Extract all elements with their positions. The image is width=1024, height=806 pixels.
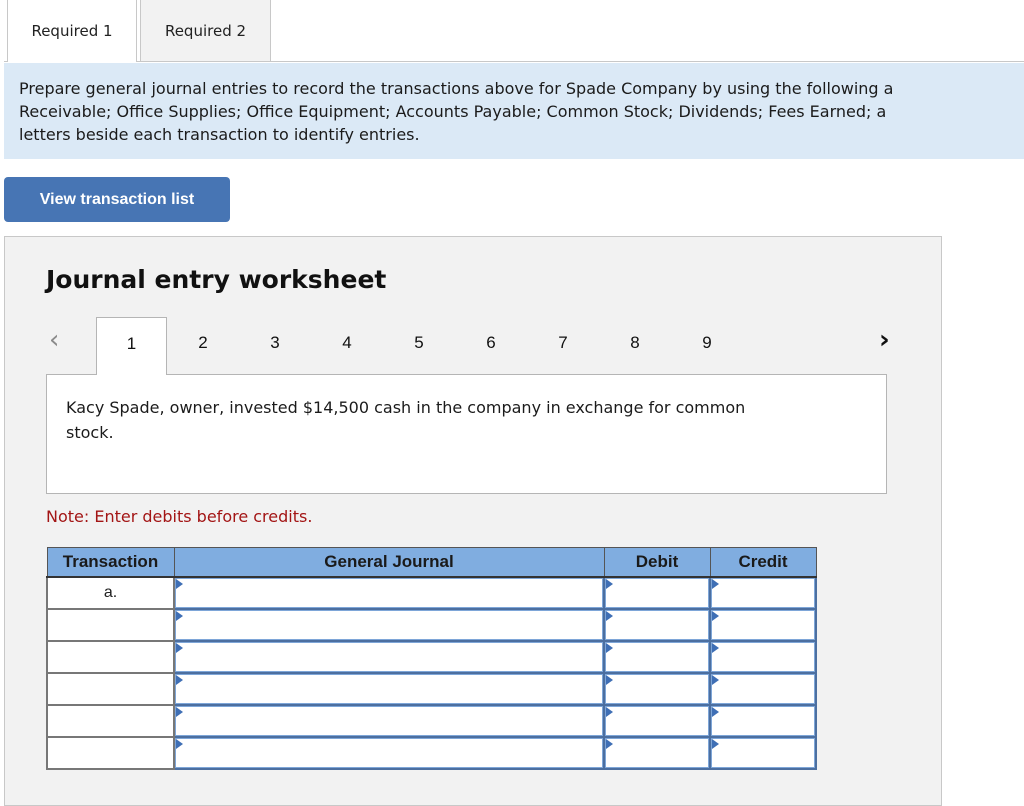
step-tab-2[interactable]: 2 bbox=[167, 317, 239, 375]
account-dropdown[interactable] bbox=[175, 737, 603, 768]
credit-input-cell bbox=[709, 639, 817, 674]
credit-input[interactable] bbox=[711, 673, 815, 704]
account-dropdown[interactable] bbox=[175, 641, 603, 672]
account-dropdown-cell bbox=[173, 703, 605, 738]
transaction-cell bbox=[46, 735, 175, 770]
input-marker-icon bbox=[176, 738, 183, 749]
tab-required-1[interactable]: Required 1 bbox=[7, 0, 137, 62]
account-dropdown[interactable] bbox=[175, 577, 603, 608]
credit-input[interactable] bbox=[711, 705, 815, 736]
transaction-description: Kacy Spade, owner, invested $14,500 cash… bbox=[66, 398, 746, 442]
credit-input-cell bbox=[709, 735, 817, 770]
debit-input-cell bbox=[603, 639, 711, 674]
input-marker-icon bbox=[176, 706, 183, 717]
credit-input[interactable] bbox=[711, 737, 815, 768]
step-tab-3[interactable]: 3 bbox=[239, 317, 311, 375]
debit-input[interactable] bbox=[605, 641, 709, 672]
account-dropdown-cell bbox=[173, 607, 605, 642]
input-marker-icon bbox=[606, 578, 613, 589]
journal-row bbox=[46, 607, 817, 642]
transaction-cell bbox=[46, 639, 175, 674]
credit-input[interactable] bbox=[711, 577, 815, 608]
debit-input-cell bbox=[603, 735, 711, 770]
account-dropdown-cell bbox=[173, 575, 605, 610]
debit-input[interactable] bbox=[605, 673, 709, 704]
account-dropdown[interactable] bbox=[175, 705, 603, 736]
step-tabs: 1 2 3 4 5 6 7 8 9 bbox=[96, 317, 743, 375]
input-marker-icon bbox=[712, 610, 719, 621]
tab-required-2[interactable]: Required 2 bbox=[140, 0, 271, 62]
account-dropdown-cell bbox=[173, 671, 605, 706]
credit-input-cell bbox=[709, 703, 817, 738]
input-marker-icon bbox=[176, 610, 183, 621]
instructions-line: Prepare general journal entries to recor… bbox=[19, 79, 894, 98]
instructions-line: Receivable; Office Supplies; Office Equi… bbox=[19, 102, 887, 121]
input-marker-icon bbox=[606, 706, 613, 717]
debit-input-cell bbox=[603, 607, 711, 642]
input-marker-icon bbox=[606, 738, 613, 749]
journal-table: Transaction General Journal Debit Credit… bbox=[46, 547, 817, 770]
step-tab-5[interactable]: 5 bbox=[383, 317, 455, 375]
step-tab-7[interactable]: 7 bbox=[527, 317, 599, 375]
input-marker-icon bbox=[712, 706, 719, 717]
transaction-cell: a. bbox=[46, 575, 175, 610]
debit-input-cell bbox=[603, 703, 711, 738]
credit-input-cell bbox=[709, 607, 817, 642]
account-dropdown[interactable] bbox=[175, 673, 603, 704]
step-tab-9[interactable]: 9 bbox=[671, 317, 743, 375]
transaction-cell bbox=[46, 671, 175, 706]
header-general-journal: General Journal bbox=[173, 547, 605, 578]
transaction-description-box: Kacy Spade, owner, invested $14,500 cash… bbox=[46, 374, 887, 494]
header-credit: Credit bbox=[709, 547, 817, 578]
debit-input-cell bbox=[603, 671, 711, 706]
instructions-panel: Prepare general journal entries to recor… bbox=[4, 63, 1024, 159]
journal-header-row: Transaction General Journal Debit Credit bbox=[46, 547, 817, 578]
credit-input-cell bbox=[709, 671, 817, 706]
input-marker-icon bbox=[712, 578, 719, 589]
journal-row: a. bbox=[46, 575, 817, 610]
debit-input[interactable] bbox=[605, 609, 709, 640]
journal-row bbox=[46, 671, 817, 706]
input-marker-icon bbox=[712, 674, 719, 685]
header-transaction: Transaction bbox=[46, 547, 175, 578]
input-marker-icon bbox=[712, 738, 719, 749]
account-dropdown-cell bbox=[173, 639, 605, 674]
journal-row bbox=[46, 735, 817, 770]
transaction-cell bbox=[46, 703, 175, 738]
debit-input[interactable] bbox=[605, 705, 709, 736]
transaction-cell bbox=[46, 607, 175, 642]
account-dropdown[interactable] bbox=[175, 609, 603, 640]
journal-row bbox=[46, 703, 817, 738]
credit-input-cell bbox=[709, 575, 817, 610]
chevron-right-icon[interactable]: › bbox=[879, 327, 901, 353]
step-tab-6[interactable]: 6 bbox=[455, 317, 527, 375]
input-marker-icon bbox=[176, 578, 183, 589]
tabs-divider bbox=[4, 61, 1024, 62]
input-marker-icon bbox=[176, 674, 183, 685]
input-marker-icon bbox=[606, 610, 613, 621]
debit-credit-note: Note: Enter debits before credits. bbox=[46, 507, 313, 526]
credit-input[interactable] bbox=[711, 641, 815, 672]
requirement-tabs: Required 1 Required 2 bbox=[7, 0, 271, 62]
instructions-line: letters beside each transaction to ident… bbox=[19, 125, 420, 144]
worksheet-title: Journal entry worksheet bbox=[46, 265, 387, 294]
journal-row bbox=[46, 639, 817, 674]
input-marker-icon bbox=[712, 642, 719, 653]
account-dropdown-cell bbox=[173, 735, 605, 770]
step-tab-8[interactable]: 8 bbox=[599, 317, 671, 375]
view-transaction-list-button[interactable]: View transaction list bbox=[4, 177, 230, 222]
step-tab-4[interactable]: 4 bbox=[311, 317, 383, 375]
input-marker-icon bbox=[606, 642, 613, 653]
header-debit: Debit bbox=[603, 547, 711, 578]
chevron-left-icon[interactable]: ‹ bbox=[49, 327, 71, 353]
input-marker-icon bbox=[606, 674, 613, 685]
debit-input-cell bbox=[603, 575, 711, 610]
journal-entry-worksheet: Journal entry worksheet ‹ 1 2 3 4 5 6 7 … bbox=[4, 236, 942, 806]
debit-input[interactable] bbox=[605, 737, 709, 768]
debit-input[interactable] bbox=[605, 577, 709, 608]
credit-input[interactable] bbox=[711, 609, 815, 640]
input-marker-icon bbox=[176, 642, 183, 653]
step-tab-1[interactable]: 1 bbox=[96, 317, 167, 375]
